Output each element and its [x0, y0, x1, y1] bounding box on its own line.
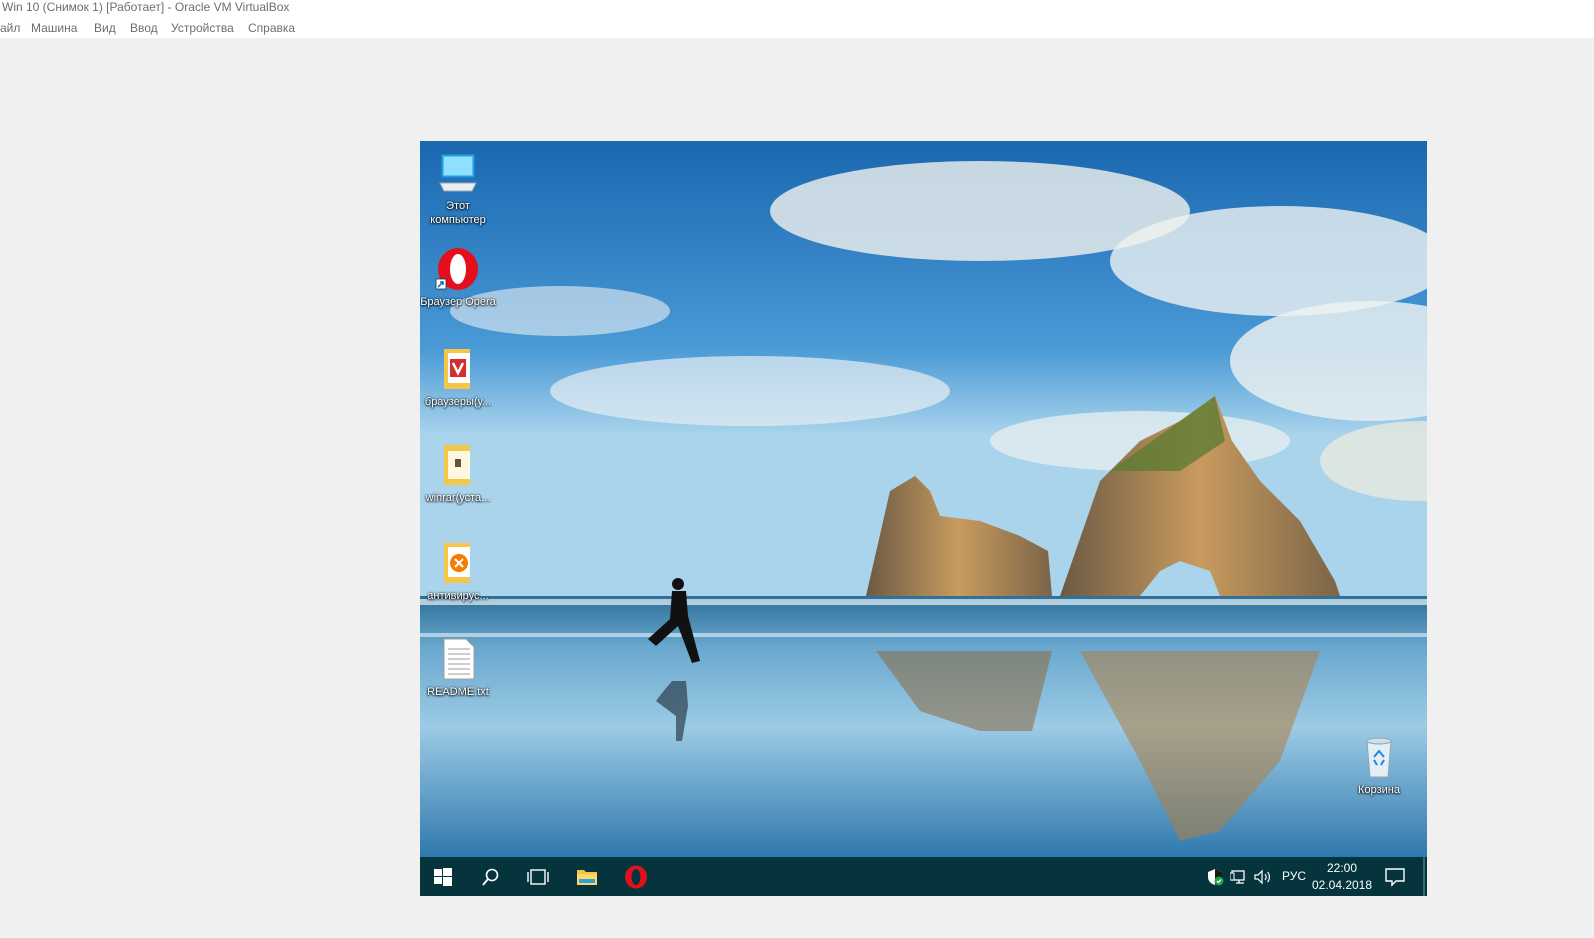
- clock-time: 22:00: [1326, 861, 1358, 875]
- folder-icon: [434, 441, 482, 489]
- recycle-bin-icon: [1355, 733, 1403, 781]
- menu-input[interactable]: Ввод: [130, 21, 158, 35]
- desktop-icon-label: браузеры(у...: [424, 396, 492, 408]
- desktop-icon-label: Этот компьютер: [430, 200, 486, 226]
- menu-devices[interactable]: Устройства: [171, 21, 234, 35]
- folder-icon: [434, 539, 482, 587]
- taskbar: РУС 22:00 02.04.2018: [420, 857, 1427, 896]
- desktop-icon-label: README.txt: [427, 686, 489, 698]
- menu-bar: айл Машина Вид Ввод Устройства Справка: [0, 16, 1594, 38]
- desktop-icon-this-pc[interactable]: Этот компьютер: [420, 149, 496, 227]
- guest-desktop[interactable]: Этот компьютер Браузер Opera браузеры(у.…: [420, 141, 1427, 896]
- window-titlebar: Win 10 (Снимок 1) [Работает] - Oracle VM…: [0, 0, 1594, 16]
- desktop-icon-label: Браузер Opera: [420, 296, 496, 308]
- desktop-icon-label: winrar(уста...: [425, 492, 491, 504]
- show-desktop-button[interactable]: [1423, 857, 1425, 896]
- desktop-icon-recycle-bin[interactable]: Корзина: [1341, 733, 1417, 797]
- file-explorer-icon: [577, 869, 597, 885]
- task-view-button[interactable]: [515, 857, 561, 896]
- desktop-icon-antivirus-folder[interactable]: антивирус...: [420, 539, 496, 603]
- volume-icon[interactable]: [1254, 868, 1272, 886]
- file-explorer-button[interactable]: [564, 857, 610, 896]
- this-pc-icon: [434, 149, 482, 197]
- desktop-icon-winrar-folder[interactable]: winrar(уста...: [420, 441, 496, 505]
- task-view-icon: [527, 868, 549, 885]
- menu-file[interactable]: айл: [0, 21, 20, 35]
- opera-icon: [434, 245, 482, 293]
- start-icon: [434, 867, 452, 886]
- menu-machine[interactable]: Машина: [31, 21, 77, 35]
- menu-help[interactable]: Справка: [248, 21, 295, 35]
- desktop-icon-readme[interactable]: README.txt: [420, 635, 496, 699]
- folder-icon: [434, 345, 482, 393]
- search-button[interactable]: [468, 857, 514, 896]
- windows-defender-icon[interactable]: [1206, 868, 1224, 886]
- search-icon: [482, 868, 499, 886]
- taskbar-clock[interactable]: 22:00 02.04.2018: [1308, 860, 1376, 894]
- menu-view[interactable]: Вид: [94, 21, 116, 35]
- start-button[interactable]: [420, 857, 466, 896]
- clock-date: 02.04.2018: [1311, 878, 1373, 892]
- desktop-icon-opera[interactable]: Браузер Opera: [420, 245, 496, 309]
- text-file-icon: [434, 635, 482, 683]
- window-title: Win 10 (Снимок 1) [Работает] - Oracle VM…: [2, 0, 290, 14]
- desktop-icon-label: Корзина: [1358, 784, 1400, 796]
- opera-taskbar-button[interactable]: [613, 857, 659, 896]
- desktop-wallpaper: [420, 141, 1427, 857]
- desktop-icon-browsers-folder[interactable]: браузеры(у...: [420, 345, 496, 409]
- network-icon[interactable]: [1230, 868, 1248, 886]
- desktop-icon-label: антивирус...: [427, 590, 489, 602]
- opera-icon: [625, 865, 647, 888]
- input-language-indicator[interactable]: РУС: [1282, 869, 1306, 883]
- action-center-icon[interactable]: [1384, 867, 1406, 887]
